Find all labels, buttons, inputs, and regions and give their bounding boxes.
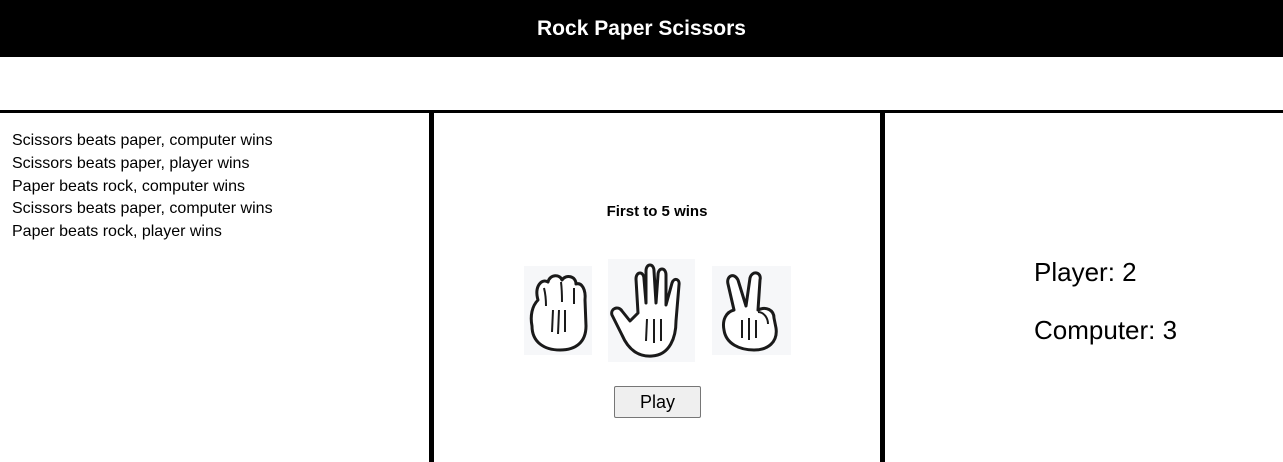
- play-button[interactable]: Play: [614, 386, 701, 418]
- paper-hand-icon: [610, 263, 681, 358]
- scissors-hand-icon: [722, 271, 778, 352]
- app-header: Rock Paper Scissors: [0, 0, 1283, 57]
- log-entry: Paper beats rock, computer wins: [12, 177, 245, 195]
- log-entry: Paper beats rock, player wins: [12, 223, 222, 241]
- paper-choice[interactable]: [608, 259, 695, 362]
- rule-text: First to 5 wins: [606, 203, 708, 220]
- divider-vertical-right: [880, 113, 885, 462]
- round-log: Scissors beats paper, computer wins Scis…: [12, 130, 422, 244]
- computer-score: Computer: 3: [1034, 315, 1178, 345]
- scissors-choice[interactable]: [712, 266, 791, 355]
- player-score: Player: 2: [1034, 257, 1137, 287]
- log-entry: Scissors beats paper, computer wins: [12, 132, 273, 149]
- page-title: Rock Paper Scissors: [537, 16, 746, 40]
- rock-choice[interactable]: [524, 266, 592, 355]
- log-entry: Scissors beats paper, player wins: [12, 154, 250, 172]
- log-entry: Scissors beats paper, computer wins: [12, 200, 273, 218]
- rock-hand-icon: [529, 274, 588, 352]
- game-panel: First to 5 wins Play: [434, 113, 880, 462]
